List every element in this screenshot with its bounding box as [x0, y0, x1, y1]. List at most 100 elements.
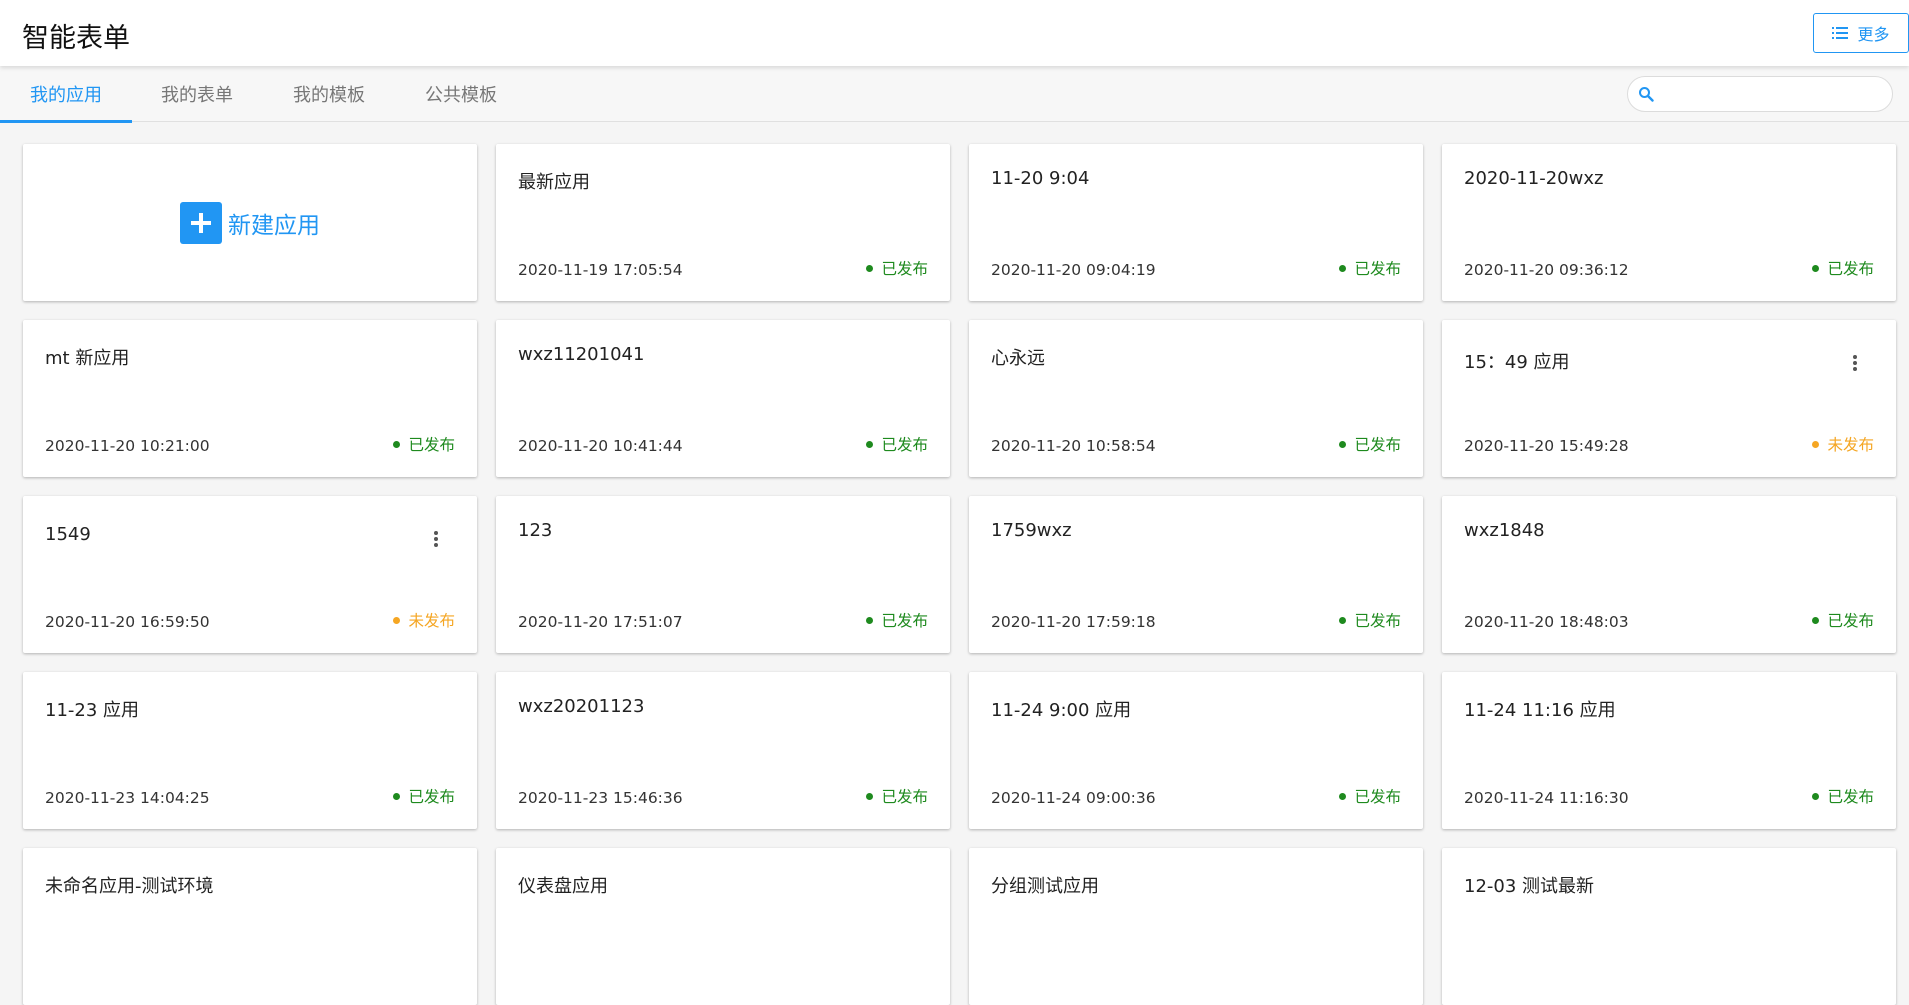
- status-label: 已发布: [1827, 612, 1874, 630]
- app-card[interactable]: 11-24 9:00 应用 2020-11-24 09:00:36 已发布: [969, 672, 1423, 829]
- app-created-time: 2020-11-24 09:00:36: [991, 789, 1156, 807]
- status-badge: 已发布: [866, 257, 928, 279]
- status-label: 已发布: [1827, 260, 1874, 278]
- app-card[interactable]: 未命名应用-测试环境: [23, 848, 477, 1005]
- app-name: 1549: [45, 524, 91, 545]
- status-label: 已发布: [408, 436, 455, 454]
- tab-my-forms[interactable]: 我的表单: [144, 66, 250, 122]
- app-card[interactable]: 仪表盘应用: [496, 848, 950, 1005]
- app-name: wxz1848: [1464, 520, 1545, 541]
- app-name: 12-03 测试最新: [1464, 876, 1595, 897]
- status-badge: 已发布: [393, 785, 455, 807]
- status-dot-icon: [866, 792, 874, 800]
- app-name: 分组测试应用: [991, 876, 1099, 897]
- app-created-time: 2020-11-20 09:04:19: [991, 261, 1156, 279]
- plus-icon: [180, 201, 222, 244]
- app-card[interactable]: 12-03 测试最新: [1442, 848, 1896, 1005]
- app-card[interactable]: wxz20201123 2020-11-23 15:46:36 已发布: [496, 672, 950, 829]
- app-name: 15：49 应用: [1464, 352, 1570, 373]
- app-card[interactable]: 1549 2020-11-20 16:59:50 未发布: [23, 496, 477, 653]
- status-badge: 未发布: [1812, 433, 1874, 455]
- app-card[interactable]: 11-24 11:16 应用 2020-11-24 11:16:30 已发布: [1442, 672, 1896, 829]
- app-name: 11-24 9:00 应用: [991, 700, 1132, 721]
- app-created-time: 2020-11-20 16:59:50: [45, 613, 210, 631]
- new-app-button[interactable]: 新建应用: [180, 201, 320, 244]
- tab-label: 我的模板: [293, 85, 365, 106]
- app-card[interactable]: 2020-11-20wxz 2020-11-20 09:36:12 已发布: [1442, 144, 1896, 301]
- search-box[interactable]: [1627, 76, 1893, 112]
- app-card[interactable]: 心永远 2020-11-20 10:58:54 已发布: [969, 320, 1423, 477]
- app-name: 2020-11-20wxz: [1464, 168, 1604, 189]
- more-vertical-icon[interactable]: [429, 528, 443, 550]
- tab-label: 我的应用: [30, 85, 102, 106]
- more-button[interactable]: 更多: [1813, 13, 1909, 53]
- status-badge: 已发布: [1812, 785, 1874, 807]
- status-dot-icon: [1339, 264, 1347, 272]
- status-label: 已发布: [1354, 788, 1401, 806]
- status-badge: 已发布: [1339, 609, 1401, 631]
- status-dot-icon: [1812, 792, 1820, 800]
- app-created-time: 2020-11-20 15:49:28: [1464, 437, 1629, 455]
- status-badge: 已发布: [1339, 785, 1401, 807]
- app-card[interactable]: 11-23 应用 2020-11-23 14:04:25 已发布: [23, 672, 477, 829]
- status-badge: 已发布: [1812, 257, 1874, 279]
- status-dot-icon: [1812, 440, 1820, 448]
- status-label: 未发布: [408, 612, 455, 630]
- app-name: 11-24 11:16 应用: [1464, 700, 1616, 721]
- tab-my-apps[interactable]: 我的应用: [0, 66, 132, 123]
- app-created-time: 2020-11-20 10:41:44: [518, 437, 683, 455]
- status-badge: 已发布: [866, 609, 928, 631]
- status-label: 已发布: [1354, 612, 1401, 630]
- app-name: wxz11201041: [518, 344, 645, 365]
- status-label: 未发布: [1827, 436, 1874, 454]
- app-name: 仪表盘应用: [518, 876, 608, 897]
- app-name: 11-20 9:04: [991, 168, 1090, 189]
- app-card[interactable]: wxz1848 2020-11-20 18:48:03 已发布: [1442, 496, 1896, 653]
- app-card-grid: 新建应用 最新应用 2020-11-19 17:05:54 已发布 11-20 9:0…: [23, 144, 1896, 1005]
- new-app-label: 新建应用: [228, 212, 320, 239]
- status-dot-icon: [1339, 616, 1347, 624]
- app-created-time: 2020-11-20 17:59:18: [991, 613, 1156, 631]
- app-name: 心永远: [991, 348, 1045, 369]
- new-app-card[interactable]: 新建应用: [23, 144, 477, 301]
- app-created-time: 2020-11-20 10:21:00: [45, 437, 210, 455]
- tab-label: 公共模板: [425, 85, 497, 106]
- status-dot-icon: [393, 792, 401, 800]
- app-card[interactable]: 分组测试应用: [969, 848, 1423, 1005]
- status-dot-icon: [1339, 792, 1347, 800]
- status-label: 已发布: [1354, 436, 1401, 454]
- list-icon: [1832, 27, 1849, 39]
- app-name: 123: [518, 520, 553, 541]
- app-name: mt 新应用: [45, 348, 130, 369]
- app-name: 11-23 应用: [45, 700, 140, 721]
- app-created-time: 2020-11-20 17:51:07: [518, 613, 683, 631]
- status-badge: 已发布: [393, 433, 455, 455]
- status-label: 已发布: [881, 436, 928, 454]
- tab-my-templates[interactable]: 我的模板: [276, 66, 382, 122]
- search-input[interactable]: [1660, 85, 1880, 103]
- app-card[interactable]: 123 2020-11-20 17:51:07 已发布: [496, 496, 950, 653]
- status-dot-icon: [1339, 440, 1347, 448]
- app-card[interactable]: wxz11201041 2020-11-20 10:41:44 已发布: [496, 320, 950, 477]
- status-label: 已发布: [881, 612, 928, 630]
- status-badge: 已发布: [1339, 433, 1401, 455]
- app-created-time: 2020-11-20 18:48:03: [1464, 613, 1629, 631]
- app-card[interactable]: mt 新应用 2020-11-20 10:21:00 已发布: [23, 320, 477, 477]
- app-card[interactable]: 11-20 9:04 2020-11-20 09:04:19 已发布: [969, 144, 1423, 301]
- app-card[interactable]: 15：49 应用 2020-11-20 15:49:28 未发布: [1442, 320, 1896, 477]
- status-dot-icon: [1812, 264, 1820, 272]
- status-badge: 已发布: [1339, 257, 1401, 279]
- status-badge: 已发布: [866, 433, 928, 455]
- more-button-label: 更多: [1857, 25, 1890, 44]
- search-icon: [1639, 87, 1654, 102]
- status-dot-icon: [393, 616, 401, 624]
- app-created-time: 2020-11-19 17:05:54: [518, 261, 683, 279]
- app-created-time: 2020-11-24 11:16:30: [1464, 789, 1629, 807]
- tab-bar: 我的应用 我的表单 我的模板 公共模板: [0, 66, 1909, 123]
- tab-label: 我的表单: [161, 85, 233, 106]
- more-vertical-icon[interactable]: [1848, 352, 1862, 374]
- app-card[interactable]: 最新应用 2020-11-19 17:05:54 已发布: [496, 144, 950, 301]
- tab-public-templates[interactable]: 公共模板: [408, 66, 514, 122]
- status-label: 已发布: [881, 788, 928, 806]
- app-card[interactable]: 1759wxz 2020-11-20 17:59:18 已发布: [969, 496, 1423, 653]
